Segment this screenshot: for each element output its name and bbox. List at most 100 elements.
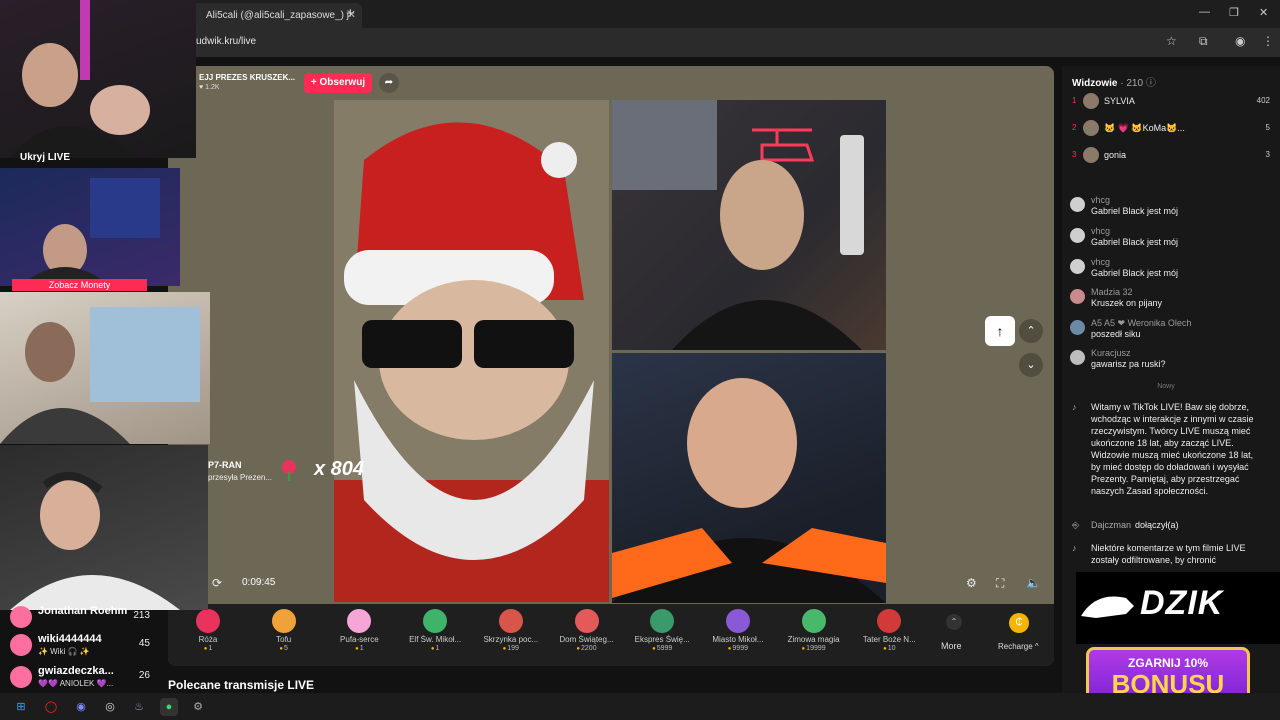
more-chevron-up-icon[interactable]: ⌃ xyxy=(946,614,962,630)
viewer-rank: 3 xyxy=(1072,150,1077,159)
new-messages-divider: Nowy xyxy=(1157,383,1175,390)
chat-username[interactable]: A5 A5 ❤ Weronika Olech xyxy=(1091,318,1191,329)
gift-label: Miasto Mikoł... xyxy=(712,635,764,644)
recharge-button[interactable]: Recharge ^ xyxy=(998,642,1039,651)
top-viewer-row[interactable]: 2 🐱 💗 🐱KoMa🐱... 5 xyxy=(1072,120,1270,138)
join-user[interactable]: Dajczman xyxy=(1091,520,1131,530)
bonus-line-1: ZGARNIJ 10% xyxy=(1127,656,1209,670)
join-action: dołączył(a) xyxy=(1135,520,1179,530)
gift-label: Dom Świąteg... xyxy=(559,635,614,644)
gift-item[interactable]: Elf Św. Mikoł...1 xyxy=(397,604,473,666)
gift-item[interactable]: Tater Boże N...10 xyxy=(851,604,927,666)
host-name[interactable]: EJJ PREZES KRUSZEK... xyxy=(199,73,295,82)
leader-count: 26 xyxy=(138,670,150,681)
gift-item[interactable]: Miasto Mikoł...9999 xyxy=(700,604,776,666)
gift-icon xyxy=(801,609,826,633)
restore-icon[interactable]: ❐ xyxy=(1229,6,1239,19)
dzik-brand-text: DZIK xyxy=(1140,584,1224,622)
minimize-icon[interactable]: — xyxy=(1199,6,1210,18)
obs-icon[interactable]: ◎ xyxy=(101,698,119,716)
share-icon[interactable]: ➦ xyxy=(379,73,399,93)
webcam-person-1 xyxy=(10,0,150,158)
hide-live-label[interactable]: Ukryj LIVE xyxy=(20,152,70,163)
more-gifts-button[interactable]: More xyxy=(941,641,962,651)
chat-username[interactable]: Madzia 32 xyxy=(1091,287,1133,297)
scroll-top-button[interactable]: ↑ xyxy=(985,316,1015,346)
viewer-rank: 2 xyxy=(1072,123,1077,132)
guest-figure xyxy=(612,100,864,350)
profile-icon[interactable]: ◉ xyxy=(1235,34,1245,48)
boar-logo-icon xyxy=(1081,596,1134,618)
viewer-score: 3 xyxy=(1265,150,1270,159)
avatar xyxy=(10,606,32,628)
close-window-icon[interactable]: ✕ xyxy=(1259,6,1268,19)
viewer-name: gonia xyxy=(1104,150,1127,160)
guest-video-bottom-right xyxy=(612,353,886,603)
chat-text: gawarisz pa ruski? xyxy=(1091,359,1166,369)
gift-bar: Róża1Tofu5Pufa-serce1Elf Św. Mikoł...1Sk… xyxy=(168,604,1054,666)
coin-icon[interactable]: ₵ xyxy=(1009,613,1029,633)
gift-icon xyxy=(725,609,750,633)
discord-icon[interactable]: ◉ xyxy=(72,698,90,716)
bookmark-star-icon[interactable]: ☆ xyxy=(1166,34,1177,48)
next-live-chevron-down-icon[interactable]: ⌄ xyxy=(1019,353,1043,377)
overlay-leaderboard-row: Jonathan Roehm 213 xyxy=(0,602,160,632)
previous-live-chevron-up-icon[interactable]: ⌃ xyxy=(1019,319,1043,343)
join-message: Dajczman dołączył(a) xyxy=(1091,520,1179,530)
tiktok-icon-2: ♪ xyxy=(1072,543,1077,553)
gift-icon xyxy=(423,609,448,633)
avatar xyxy=(1083,120,1099,136)
url-text[interactable]: udwik.kru/live xyxy=(196,36,256,47)
top-viewer-row[interactable]: 3 gonia 3 xyxy=(1072,147,1270,165)
follow-button[interactable]: + Obserwuj xyxy=(304,73,372,93)
chat-username[interactable]: vhcg xyxy=(1091,226,1110,236)
settings-icon[interactable]: ⚙ xyxy=(189,698,207,716)
gift-item[interactable]: Zimowa magia19999 xyxy=(776,604,852,666)
fullscreen-icon[interactable]: ⛶ xyxy=(996,576,1004,591)
overlay-leaderboard-row: wiki4444444 ✨ Wiki 🎧 ✨ 45 xyxy=(0,630,160,660)
chat-username[interactable]: vhcg xyxy=(1091,257,1110,267)
gift-label: Tater Boże N... xyxy=(862,635,916,644)
live-player[interactable] xyxy=(168,66,1054,666)
volume-icon[interactable]: 🔈 xyxy=(1026,576,1041,590)
gift-item[interactable]: Róża1 xyxy=(170,604,246,666)
browser-tab[interactable]: Ali5cali (@ali5cali_zapasowe_) j ✕ xyxy=(190,3,362,28)
menu-icon[interactable]: ⋮ xyxy=(1262,34,1274,48)
avatar xyxy=(1070,228,1085,243)
gift-item[interactable]: Dom Świąteg...2200 xyxy=(549,604,625,666)
rose-gift-icon xyxy=(282,460,296,481)
viewers-header: Widzowie · 210 ⓘ xyxy=(1072,74,1156,89)
avatar xyxy=(1070,259,1085,274)
top-viewer-row[interactable]: 1 SYLVIA 402 xyxy=(1072,93,1270,111)
leader-sub: 💜💜 ANIOLEK 💜... xyxy=(38,679,114,688)
chat-username[interactable]: vhcg xyxy=(1091,195,1110,205)
gift-price: 5999 xyxy=(624,645,700,652)
windows-taskbar: ⊞ ◯ ◉ ◎ ♨ ● ⚙ xyxy=(0,693,1280,720)
chat-username[interactable]: Kuracjusz xyxy=(1091,348,1131,358)
settings-gear-icon[interactable]: ⚙ xyxy=(966,576,977,590)
gift-item[interactable]: Ekspres Świę...5999 xyxy=(624,604,700,666)
gift-label: Tofu xyxy=(276,635,292,644)
gift-item[interactable]: Skrzynka poc...199 xyxy=(473,604,549,666)
refresh-icon[interactable]: ⟳ xyxy=(212,576,222,590)
guest-video-top-right xyxy=(612,100,886,350)
gift-item[interactable]: Pufa-serce1 xyxy=(321,604,397,666)
chrome-icon[interactable]: ● xyxy=(160,698,178,716)
welcome-system-message: Witamy w TikTok LIVE! Baw się dobrze, wc… xyxy=(1091,402,1254,496)
info-icon[interactable]: ⓘ xyxy=(1146,78,1156,89)
gift-icon xyxy=(498,609,523,633)
avatar xyxy=(1083,147,1099,163)
gift-item[interactable]: Tofu5 xyxy=(246,604,322,666)
windows-start-icon[interactable]: ⊞ xyxy=(12,698,30,716)
opera-icon[interactable]: ◯ xyxy=(42,698,60,716)
new-tab-icon[interactable]: + xyxy=(346,5,355,22)
steam-icon[interactable]: ♨ xyxy=(130,698,148,716)
leader-name: wiki4444444 xyxy=(38,633,102,645)
webcam-person-4 xyxy=(10,472,180,610)
leader-count: 213 xyxy=(133,610,150,621)
extensions-icon[interactable]: ⧉ xyxy=(1199,34,1208,49)
coins-banner[interactable]: Zobacz Monety xyxy=(12,279,147,291)
viewer-name: 🐱 💗 🐱KoMa🐱... xyxy=(1104,123,1185,133)
gift-label: Skrzynka poc... xyxy=(483,635,539,644)
screen: Ali5cali (@ali5cali_zapasowe_) j ✕ + — ❐… xyxy=(0,0,1280,720)
